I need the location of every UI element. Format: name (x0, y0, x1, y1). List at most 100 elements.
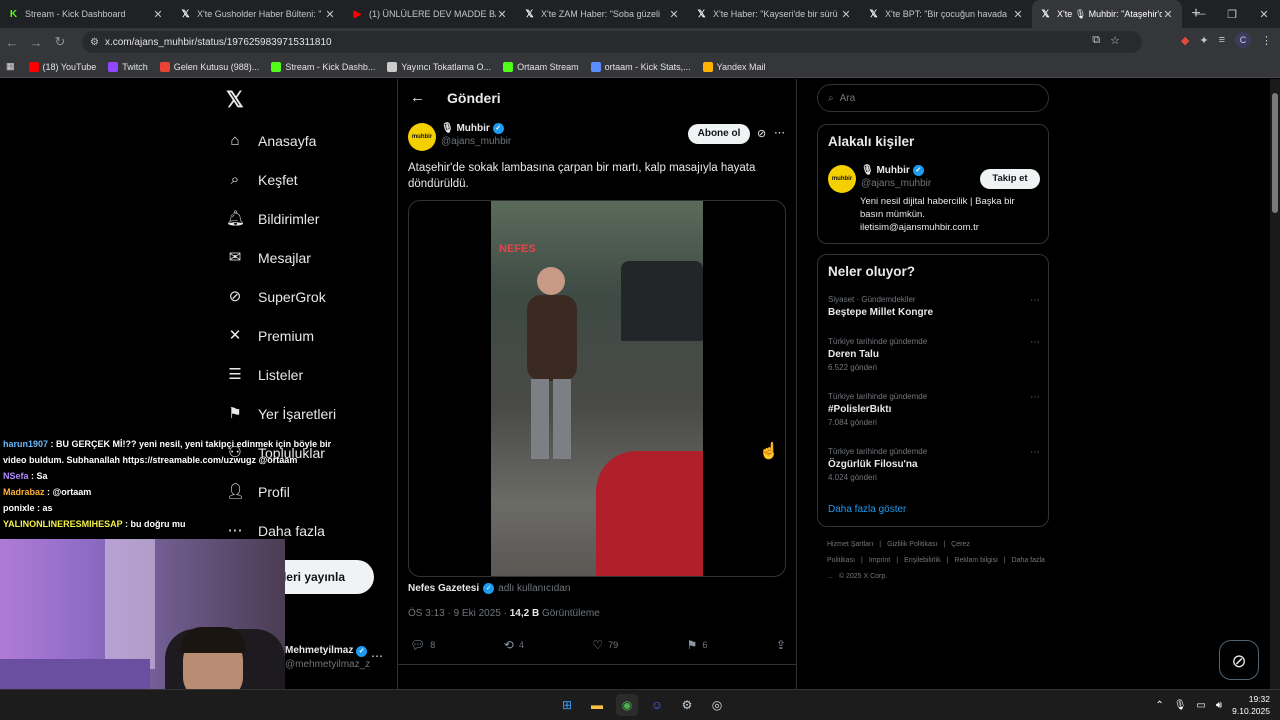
trend-more-icon[interactable]: ⋯ (1030, 447, 1040, 458)
source-name[interactable]: Nefes Gazetesi (408, 583, 479, 594)
close-tab-icon[interactable]: ✕ (840, 8, 852, 21)
repost-button[interactable]: ⟲ 4 (504, 638, 524, 652)
network-icon[interactable]: ▭ (1196, 700, 1205, 711)
menu-icon[interactable]: ⋮ (1261, 34, 1272, 47)
restore-icon[interactable]: ❐ (1216, 8, 1248, 21)
chat-user[interactable]: NSefa (3, 471, 29, 481)
grok-icon[interactable]: ⊘ (757, 127, 766, 140)
author-handle[interactable]: @ajans_muhbir (441, 136, 511, 147)
related-user[interactable]: muhbir 🎙 Muhbir ✓ @ajans_muhbir (828, 165, 931, 193)
obs-icon[interactable]: ◎ (706, 694, 728, 716)
volume-icon[interactable]: 🔊︎ (1216, 700, 1222, 711)
follow-button[interactable]: Takip et (980, 169, 1040, 189)
footer-link[interactable]: Reklam bilgisi (954, 557, 997, 564)
related-handle[interactable]: @ajans_muhbir (861, 178, 931, 189)
scrollbar-thumb[interactable] (1272, 93, 1278, 213)
bookmark-item[interactable]: Gelen Kutusu (988)... (159, 61, 259, 72)
account-switcher[interactable]: Mehmetyilmaz ✓ @mehmetyilmaz_z (285, 645, 370, 670)
close-tab-icon[interactable]: ✕ (1012, 8, 1024, 21)
close-icon[interactable]: ✕ (1248, 8, 1280, 21)
close-tab-icon[interactable]: ✕ (152, 8, 164, 21)
footer-link[interactable]: Hizmet Şartları (827, 541, 873, 548)
trend-item[interactable]: Türkiye tarihinde gündemde Deren Talu 6.52… (828, 337, 1040, 372)
show-more-link[interactable]: Daha fazla göster (828, 504, 906, 515)
share-button[interactable]: ⇪ (776, 638, 786, 652)
browser-tab[interactable]: 𝕏 X'te Haber: "Kayseri'de bir sürü ✕ (688, 0, 860, 28)
bookmark-item[interactable]: ortaam - Kick Stats,... (590, 61, 691, 72)
bookmark-item[interactable]: Yayıncı Tokatlama O... (387, 61, 491, 72)
apps-icon[interactable]: ▦ (6, 61, 15, 72)
footer-link[interactable]: Gizlilik Politikası (887, 541, 937, 548)
grok-fab-icon[interactable]: ⊘ (1219, 640, 1259, 680)
close-tab-icon[interactable]: ✕ (496, 8, 508, 21)
trend-more-icon[interactable]: ⋯ (1030, 337, 1040, 348)
avatar[interactable]: muhbir (408, 123, 436, 151)
chat-user[interactable]: YALINONLINERESMIHESAP (3, 519, 123, 529)
subscribe-button[interactable]: Abone ol (688, 124, 750, 144)
account-more-icon[interactable]: ⋯ (371, 649, 383, 663)
avatar[interactable]: muhbir (828, 165, 856, 193)
trend-more-icon[interactable]: ⋯ (1030, 392, 1040, 403)
search-input[interactable]: ⌕ Ara (817, 84, 1049, 112)
close-tab-icon[interactable]: ✕ (668, 8, 680, 21)
close-tab-icon[interactable]: ✕ (1162, 8, 1174, 21)
chevron-up-icon[interactable]: ⌃ (1155, 700, 1163, 711)
discord-icon[interactable]: ☺ (646, 694, 668, 716)
related-name[interactable]: 🎙 Muhbir (861, 165, 910, 176)
close-tab-icon[interactable]: ✕ (324, 8, 336, 21)
nav-item[interactable]: ⊘ SuperGrok (226, 277, 336, 316)
author-name[interactable]: 🎙 Muhbir (441, 123, 490, 134)
like-button[interactable]: ♡ 79 (592, 638, 618, 652)
back-arrow-icon[interactable]: ← (410, 89, 425, 106)
nav-item[interactable]: ✉ Mesajlar (226, 238, 336, 277)
video-player[interactable]: NEFES (408, 200, 786, 577)
steam-icon[interactable]: ⚙ (676, 694, 698, 716)
nav-item[interactable]: 🔔︎ Bildirimler (226, 199, 336, 238)
nav-item[interactable]: ⚑ Yer İşaretleri (226, 394, 336, 433)
trend-item[interactable]: Siyaset · Gündemdekiler Beştepe Millet Ko… (828, 295, 1040, 321)
bookmark-item[interactable]: Twitch (108, 61, 148, 72)
back-icon[interactable]: ← (0, 35, 24, 50)
footer-link[interactable]: Erişilebilirlik (904, 557, 941, 564)
footer-link[interactable]: © 2025 X Corp. (839, 573, 887, 580)
forward-icon[interactable]: → (24, 35, 48, 50)
star-icon[interactable]: ☆ (1110, 34, 1120, 47)
media-icon[interactable]: ≡ (1219, 34, 1225, 46)
microphone-icon[interactable]: 🎙︎ (1174, 700, 1187, 711)
windows-start-icon[interactable]: ⊞ (556, 694, 578, 716)
extension-icon[interactable]: ◆ (1181, 34, 1189, 47)
bookmark-item[interactable]: Yandex Mail (702, 61, 765, 72)
bookmark-button[interactable]: ⚑ 6 (687, 638, 708, 652)
nav-item[interactable]: ⌂ Anasayfa (226, 121, 336, 160)
file-explorer-icon[interactable]: ▬ (586, 694, 608, 716)
scrollbar[interactable] (1270, 79, 1280, 689)
site-info-icon[interactable]: ⚙ (90, 37, 99, 48)
puzzle-icon[interactable]: ✦ (1199, 34, 1208, 47)
post-author[interactable]: muhbir 🎙 Muhbir ✓ @ajans_muhbir (408, 123, 511, 151)
chat-user[interactable]: ponixle (3, 503, 35, 513)
browser-tab[interactable]: 𝕏 X'te BPT: "Bir çocuğun havada ✕ (860, 0, 1032, 28)
nav-item[interactable]: ✕ Premium (226, 316, 336, 355)
clock[interactable]: 19:32 9.10.2025 (1232, 693, 1270, 717)
bookmark-item[interactable]: Ortaam Stream (503, 61, 579, 72)
browser-tab[interactable]: ▶ (1) ÜNLÜLERE DEV MADDE BA ✕ (344, 0, 516, 28)
nav-item[interactable]: ☰ Listeler (226, 355, 336, 394)
post-time[interactable]: ÖS 3:13 · 9 Eki 2025 · (408, 608, 510, 619)
bookmark-item[interactable]: Stream - Kick Dashb... (271, 61, 375, 72)
nav-item[interactable]: ⌕ Keşfet (226, 160, 336, 199)
more-icon[interactable]: ⋯ (774, 126, 785, 139)
reload-icon[interactable]: ↻ (48, 34, 72, 50)
chrome-icon[interactable]: ◉ (616, 694, 638, 716)
browser-tab[interactable]: 𝕏 X'te Gusholder Haber Bülteni: " ✕ (172, 0, 344, 28)
x-logo-icon[interactable]: 𝕏 (226, 87, 244, 113)
reply-button[interactable]: 💬︎ 8 (410, 638, 435, 652)
minimize-icon[interactable]: — (1184, 8, 1216, 20)
video-frame[interactable]: NEFES (491, 201, 703, 576)
url-input[interactable]: ⚙ x.com/ajans_muhbir/status/197625983971… (82, 31, 1142, 53)
browser-tab[interactable]: 𝕏 X'te 🎙 Muhbir: "Ataşehir'd ✕ (1032, 0, 1182, 28)
chat-user[interactable]: Madrabaz (3, 487, 45, 497)
trend-more-icon[interactable]: ⋯ (1030, 295, 1040, 306)
browser-tab[interactable]: 𝕏 X'te ZAM Haber: "Soba güzeli ✕ (516, 0, 688, 28)
browser-tab[interactable]: K Stream - Kick Dashboard ✕ (0, 0, 172, 28)
chat-user[interactable]: harun1907 (3, 439, 48, 449)
